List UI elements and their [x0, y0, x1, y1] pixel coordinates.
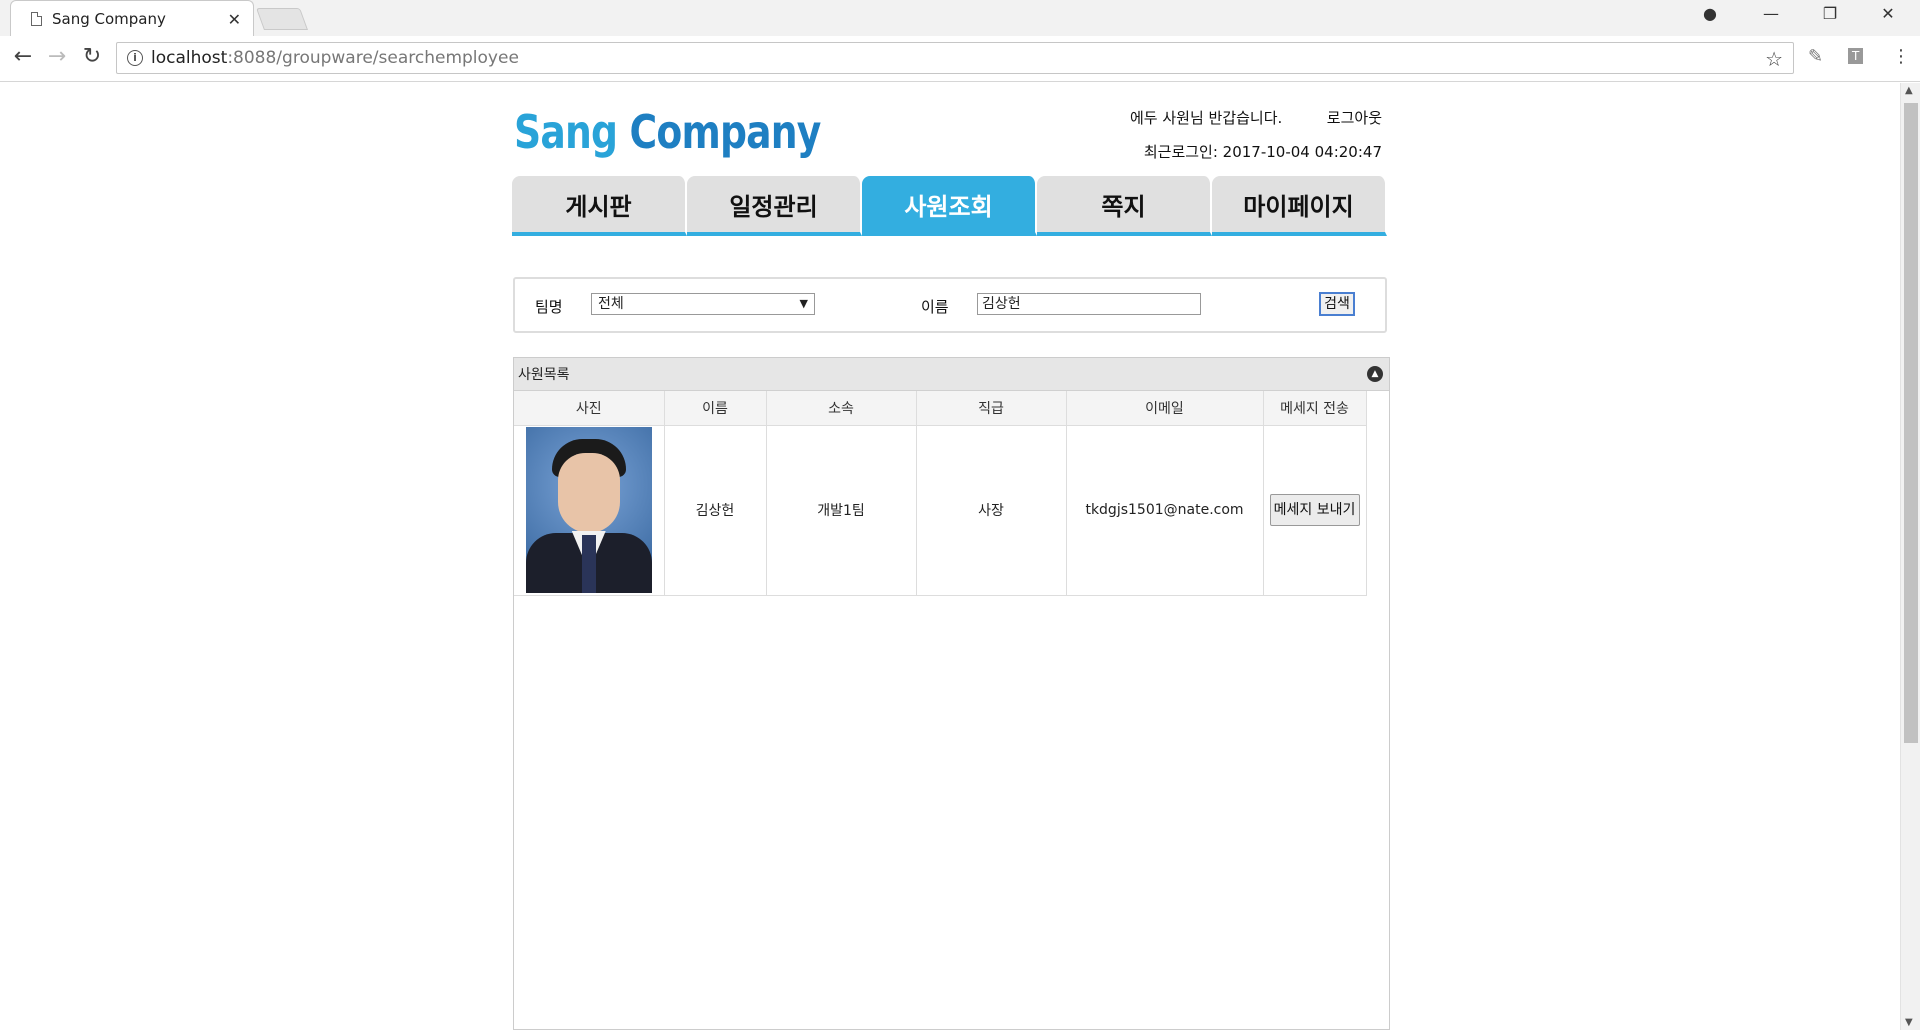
- grid-caption-bar: 사원목록 ▲: [514, 358, 1389, 391]
- team-label: 팀명: [535, 298, 563, 316]
- team-select[interactable]: 전체 ▼: [591, 293, 815, 315]
- address-bar[interactable]: i localhost:8088/groupware/searchemploye…: [116, 42, 1794, 74]
- name-cell: 김상헌: [664, 425, 767, 596]
- search-button[interactable]: 검색: [1319, 292, 1355, 316]
- close-icon[interactable]: ✕: [228, 10, 241, 29]
- logo-text-main: Sang: [514, 105, 618, 159]
- restore-icon[interactable]: ❐: [1810, 4, 1850, 23]
- browser-toolbar: ← → ↻ i localhost:8088/groupware/searche…: [0, 36, 1920, 82]
- page-icon: [31, 12, 42, 26]
- browser-tabstrip: Sang Company ✕ ● — ❐ ✕: [0, 0, 1920, 37]
- window-close-icon[interactable]: ✕: [1868, 4, 1908, 23]
- minimize-icon[interactable]: —: [1751, 4, 1791, 23]
- photo-cell: [514, 425, 665, 596]
- greeting-text: 에두 사원님 반갑습니다.: [1130, 109, 1283, 127]
- employee-table: 사진 이름 소속 직급 이메일 메세지 전송 김상헌 개발1팀 사장 tkdgj…: [514, 391, 1367, 596]
- eyedropper-icon[interactable]: ✎: [1808, 46, 1823, 67]
- tab-schedule[interactable]: 일정관리: [687, 176, 862, 236]
- table-row[interactable]: 김상헌 개발1팀 사장 tkdgjs1501@nate.com 메세지 보내기: [514, 425, 1367, 596]
- logo[interactable]: Sang Company: [514, 105, 821, 159]
- column-header: 메세지 전송: [1263, 391, 1367, 426]
- browser-tab[interactable]: Sang Company ✕: [10, 0, 254, 37]
- tab-messages[interactable]: 쪽지: [1037, 176, 1212, 236]
- employee-grid: 사원목록 ▲ 사진 이름 소속 직급 이메일 메세지 전송 김상헌 개발1팀 사…: [513, 357, 1390, 1030]
- logout-link[interactable]: 로그아웃: [1327, 107, 1382, 141]
- email-cell: tkdgjs1501@nate.com: [1066, 425, 1264, 596]
- search-panel: 팀명 전체 ▼ 이름 김상헌 검색: [513, 277, 1387, 333]
- forward-icon[interactable]: →: [42, 44, 72, 69]
- column-header: 소속: [766, 391, 917, 426]
- scroll-up-icon[interactable]: ▲: [1905, 85, 1913, 96]
- logo-text-sub: Company: [629, 105, 822, 159]
- menu-kebab-icon[interactable]: ⋮: [1892, 46, 1910, 67]
- column-header: 사진: [514, 391, 665, 426]
- url-host: localhost: [151, 48, 228, 68]
- team-select-value: 전체: [598, 296, 624, 312]
- back-icon[interactable]: ←: [8, 44, 38, 69]
- bookmark-star-icon[interactable]: ☆: [1765, 47, 1783, 71]
- scrollbar-thumb[interactable]: [1904, 103, 1918, 743]
- column-header: 직급: [916, 391, 1067, 426]
- name-label: 이름: [921, 298, 949, 316]
- name-input[interactable]: 김상헌: [977, 293, 1201, 315]
- send-message-button[interactable]: 메세지 보내기: [1269, 494, 1360, 526]
- page-scrollbar[interactable]: ▲ ▼: [1900, 83, 1920, 1030]
- reload-icon[interactable]: ↻: [77, 44, 107, 69]
- collapse-icon[interactable]: ▲: [1367, 366, 1383, 382]
- extension-t-icon[interactable]: T: [1848, 48, 1864, 64]
- profile-icon[interactable]: ●: [1690, 4, 1730, 23]
- table-header-row: 사진 이름 소속 직급 이메일 메세지 전송: [514, 391, 1367, 426]
- tab-mypage[interactable]: 마이페이지: [1212, 176, 1387, 236]
- employee-photo: [525, 427, 652, 593]
- tab-employee-search[interactable]: 사원조회: [862, 176, 1037, 236]
- scroll-down-icon[interactable]: ▼: [1905, 1017, 1913, 1028]
- user-greeting: 에두 사원님 반갑습니다. 로그아웃 최근로그인: 2017-10-04 04:…: [1130, 107, 1382, 162]
- new-tab-button[interactable]: [255, 8, 309, 30]
- column-header: 이름: [664, 391, 767, 426]
- dropdown-arrow-icon: ▼: [799, 297, 808, 310]
- page-content: Sang Company 에두 사원님 반갑습니다. 로그아웃 최근로그인: 2…: [0, 83, 1900, 1030]
- last-login: 최근로그인: 2017-10-04 04:20:47: [1143, 143, 1382, 161]
- tab-board[interactable]: 게시판: [512, 176, 687, 236]
- tab-title: Sang Company: [52, 10, 166, 28]
- action-cell: 메세지 보내기: [1263, 425, 1367, 596]
- rank-cell: 사장: [916, 425, 1067, 596]
- url-path: :8088/groupware/searchemployee: [227, 48, 519, 68]
- team-cell: 개발1팀: [766, 425, 917, 596]
- column-header: 이메일: [1066, 391, 1264, 426]
- grid-caption: 사원목록: [518, 367, 570, 383]
- info-icon[interactable]: i: [127, 50, 143, 66]
- main-menu: 게시판 일정관리 사원조회 쪽지 마이페이지: [512, 176, 1387, 238]
